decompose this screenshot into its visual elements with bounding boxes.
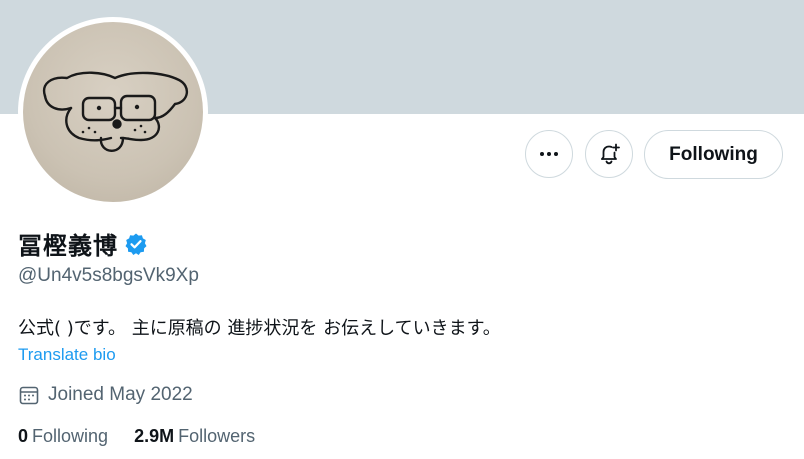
more-horizontal-icon (540, 152, 558, 156)
user-handle: @Un4v5s8bgsVk9Xp (18, 265, 199, 286)
joined-label: Joined May 2022 (48, 384, 193, 405)
following-link[interactable]: 0 Following (18, 426, 108, 447)
followers-link[interactable]: 2.9M Followers (134, 426, 255, 447)
notifications-button[interactable] (585, 130, 633, 178)
calendar-icon (19, 386, 39, 405)
followers-count: 2.9M (134, 426, 175, 446)
followers-label: Followers (178, 426, 256, 446)
avatar-image (23, 22, 203, 202)
bio-text: 公式( )です。 主に原稿の 進捗状況を お伝えしていきます。 (18, 318, 501, 339)
following-count: 0 (18, 426, 29, 446)
follow-stats: 0 Following 2.9M Followers (18, 426, 255, 447)
verified-badge-icon[interactable] (124, 232, 148, 256)
joined-date: Joined May 2022 (18, 384, 193, 406)
display-name: 冨樫義博 (18, 232, 118, 260)
following-button[interactable]: Following (644, 130, 783, 179)
name-row: 冨樫義博 (18, 226, 148, 261)
following-label: Following (32, 426, 109, 446)
bell-plus-icon (601, 143, 620, 165)
dog-drawing-icon (42, 71, 188, 152)
more-button[interactable] (525, 130, 573, 178)
translate-bio-link[interactable]: Translate bio (18, 345, 116, 365)
avatar[interactable] (18, 17, 208, 207)
